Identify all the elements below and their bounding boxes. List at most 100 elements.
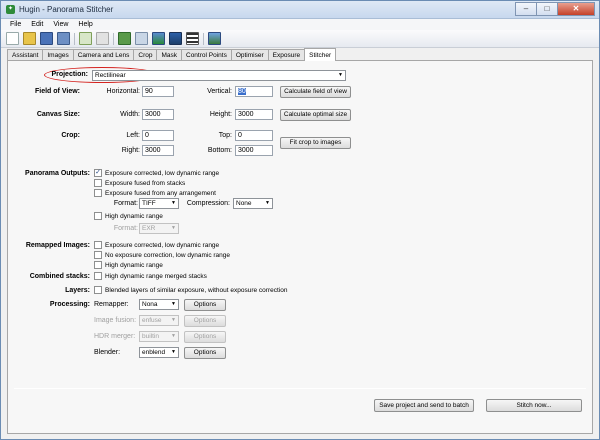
remapped-high-dynamic-range[interactable]: High dynamic range (94, 261, 163, 269)
hdr-format-label: Format: (113, 225, 138, 232)
checkbox-icon (94, 261, 102, 269)
add-images-icon[interactable] (118, 32, 131, 45)
output-exposure-fused-any[interactable]: Exposure fused from any arrangement (94, 189, 216, 197)
crop-bottom-label: Bottom: (207, 147, 232, 154)
layout-icon[interactable] (186, 32, 199, 45)
remapper-select[interactable]: Nona ▼ (139, 299, 179, 310)
fov-label: Field of View: (35, 88, 80, 95)
hugin-app-icon: ✦ (6, 5, 15, 14)
gl-preview-icon[interactable] (208, 32, 221, 45)
chevron-down-icon: ▼ (171, 349, 176, 355)
blender-select[interactable]: enblend ▼ (139, 347, 179, 358)
menu-help[interactable]: Help (73, 19, 97, 30)
canvas-height-input[interactable]: 3000 (235, 109, 273, 120)
calculate-optimal-size-button[interactable]: Calculate optimal size (280, 109, 351, 121)
image-fusion-label: Image fusion: (94, 317, 137, 324)
save-icon[interactable] (40, 32, 53, 45)
window-title: Hugin - Panorama Stitcher (19, 5, 114, 14)
image-fusion-options-button[interactable]: Options (184, 315, 226, 327)
maximize-icon[interactable]: □ (536, 2, 558, 16)
fov-vertical-label: Vertical: (207, 88, 232, 95)
optimize-icon[interactable] (135, 32, 148, 45)
checkbox-icon (94, 251, 102, 259)
window-controls: – □ ✕ (515, 2, 595, 16)
crop-left-label: Left: (126, 132, 140, 139)
toolbar-separator (74, 33, 75, 45)
compression-label: Compression: (186, 200, 230, 207)
compression-select[interactable]: None ▼ (233, 198, 273, 209)
blender-label: Blender: (94, 349, 121, 356)
hdr-merger-select[interactable]: builtin ▼ (139, 331, 179, 342)
menu-bar: File Edit View Help (1, 19, 599, 30)
hdr-format-select[interactable]: EXR ▼ (139, 223, 179, 234)
fast-preview-icon[interactable] (169, 32, 182, 45)
blender-options-button[interactable]: Options (184, 347, 226, 359)
fov-horizontal-label: Horizontal: (106, 88, 140, 95)
remapper-label: Remapper: (94, 301, 129, 308)
crop-top-label: Top: (218, 132, 232, 139)
layers-blended-similar-exposure[interactable]: Blended layers of similar exposure, with… (94, 286, 287, 294)
preview-panorama-icon[interactable] (152, 32, 165, 45)
toolbar-separator (203, 33, 204, 45)
output-high-dynamic-range[interactable]: High dynamic range (94, 212, 163, 220)
stitch-now-button[interactable]: Stitch now... (486, 399, 582, 412)
checkbox-icon (94, 286, 102, 294)
chevron-down-icon: ▼ (171, 301, 176, 307)
panorama-outputs-label: Panorama Outputs: (25, 170, 90, 177)
crop-label: Crop: (61, 132, 80, 139)
format-label: Format: (113, 200, 138, 207)
hdr-merger-options-button[interactable]: Options (184, 331, 226, 343)
stitcher-panel: Projection: Rectilinear ▼ Field of View: … (7, 60, 593, 434)
remapped-images-label: Remapped Images: (25, 242, 90, 249)
app-window: ✦ Hugin - Panorama Stitcher – □ ✕ File E… (0, 0, 600, 440)
crop-right-input[interactable]: 3000 (142, 145, 174, 156)
chevron-down-icon: ▼ (171, 317, 176, 323)
menu-view[interactable]: View (48, 19, 73, 30)
image-fusion-select[interactable]: enfuse ▼ (139, 315, 179, 326)
toolbar (1, 30, 599, 48)
remapped-exposure-corrected-ldr[interactable]: Exposure corrected, low dynamic range (94, 241, 219, 249)
crop-right-label: Right: (121, 147, 140, 154)
remapper-options-button[interactable]: Options (184, 299, 226, 311)
menu-edit[interactable]: Edit (26, 19, 48, 30)
minimize-icon[interactable]: – (515, 2, 537, 16)
close-icon[interactable]: ✕ (557, 2, 595, 16)
save-as-icon[interactable] (57, 32, 70, 45)
crop-bottom-input[interactable]: 3000 (235, 145, 273, 156)
crop-top-input[interactable]: 0 (235, 130, 273, 141)
crop-left-input[interactable]: 0 (142, 130, 174, 141)
output-exposure-corrected-ldr[interactable]: ✓ Exposure corrected, low dynamic range (94, 169, 219, 177)
processing-label: Processing: (49, 301, 90, 308)
title-bar: ✦ Hugin - Panorama Stitcher – □ ✕ (1, 1, 599, 19)
hdr-merger-label: HDR merger: (94, 333, 136, 340)
redo-icon[interactable] (96, 32, 109, 45)
remapped-no-exposure-correction[interactable]: No exposure correction, low dynamic rang… (94, 251, 230, 259)
format-select[interactable]: TIFF ▼ (139, 198, 179, 209)
chevron-down-icon: ▼ (265, 200, 270, 206)
toolbar-separator (113, 33, 114, 45)
tab-stitcher[interactable]: Stitcher (304, 48, 337, 61)
canvas-width-input[interactable]: 3000 (142, 109, 174, 120)
new-file-icon[interactable] (6, 32, 19, 45)
layers-label: Layers: (65, 287, 90, 294)
fov-horizontal-input[interactable]: 90 (142, 86, 174, 97)
fov-vertical-input[interactable]: 80 (235, 86, 273, 97)
canvas-width-label: Width: (120, 111, 140, 118)
checkbox-icon (94, 272, 102, 280)
chevron-down-icon: ▼ (171, 200, 176, 206)
combined-hdr-merged-stacks[interactable]: High dynamic range merged stacks (94, 272, 207, 280)
output-exposure-fused-stacks[interactable]: Exposure fused from stacks (94, 179, 185, 187)
projection-select[interactable]: Rectilinear ▼ (92, 70, 346, 81)
menu-file[interactable]: File (5, 19, 26, 30)
calculate-fov-button[interactable]: Calculate field of view (280, 86, 351, 98)
fit-crop-button[interactable]: Fit crop to images (280, 137, 351, 149)
footer-divider (14, 388, 586, 389)
open-folder-icon[interactable] (23, 32, 36, 45)
chevron-down-icon: ▼ (171, 333, 176, 339)
projection-label: Projection: (51, 71, 88, 78)
canvas-size-label: Canvas Size: (36, 111, 80, 118)
undo-icon[interactable] (79, 32, 92, 45)
checkbox-icon (94, 179, 102, 187)
checkbox-checked-icon: ✓ (94, 169, 102, 177)
send-to-batch-button[interactable]: Save project and send to batch (374, 399, 474, 412)
